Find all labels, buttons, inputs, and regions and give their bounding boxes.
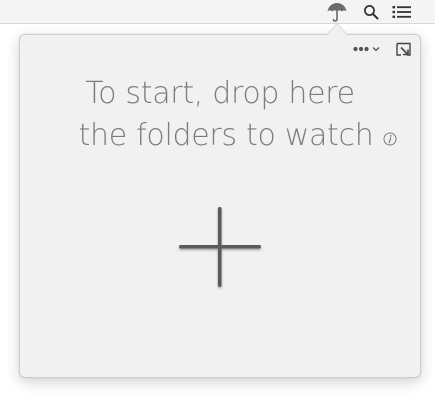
- prompt-line-1: To start, drop here: [85, 76, 355, 111]
- plus-icon: [179, 207, 261, 287]
- menu-bar: [0, 0, 435, 24]
- umbrella-menu-item[interactable]: [324, 2, 350, 22]
- detach-window-button[interactable]: [394, 41, 412, 57]
- popover-arrow: [327, 24, 347, 35]
- add-folder-button[interactable]: [176, 203, 264, 291]
- umbrella-icon: [327, 3, 347, 22]
- ellipsis-icon: [353, 46, 369, 52]
- notification-center-menu-item[interactable]: [391, 2, 413, 22]
- spotlight-menu-item[interactable]: [361, 2, 381, 22]
- drop-prompt: To start, drop here the folders to watch: [20, 73, 420, 157]
- detach-window-icon: [395, 42, 411, 56]
- list-icon: [392, 6, 411, 18]
- popover-toolbar: [353, 41, 412, 57]
- more-options-button[interactable]: [353, 46, 380, 52]
- search-icon: [364, 5, 379, 20]
- chevron-down-icon: [372, 47, 380, 52]
- prompt-line-2: the folders to watch: [78, 118, 374, 153]
- info-icon: [383, 132, 397, 146]
- info-icon-button[interactable]: [383, 132, 397, 146]
- popover-panel: To start, drop here the folders to watch: [19, 34, 421, 378]
